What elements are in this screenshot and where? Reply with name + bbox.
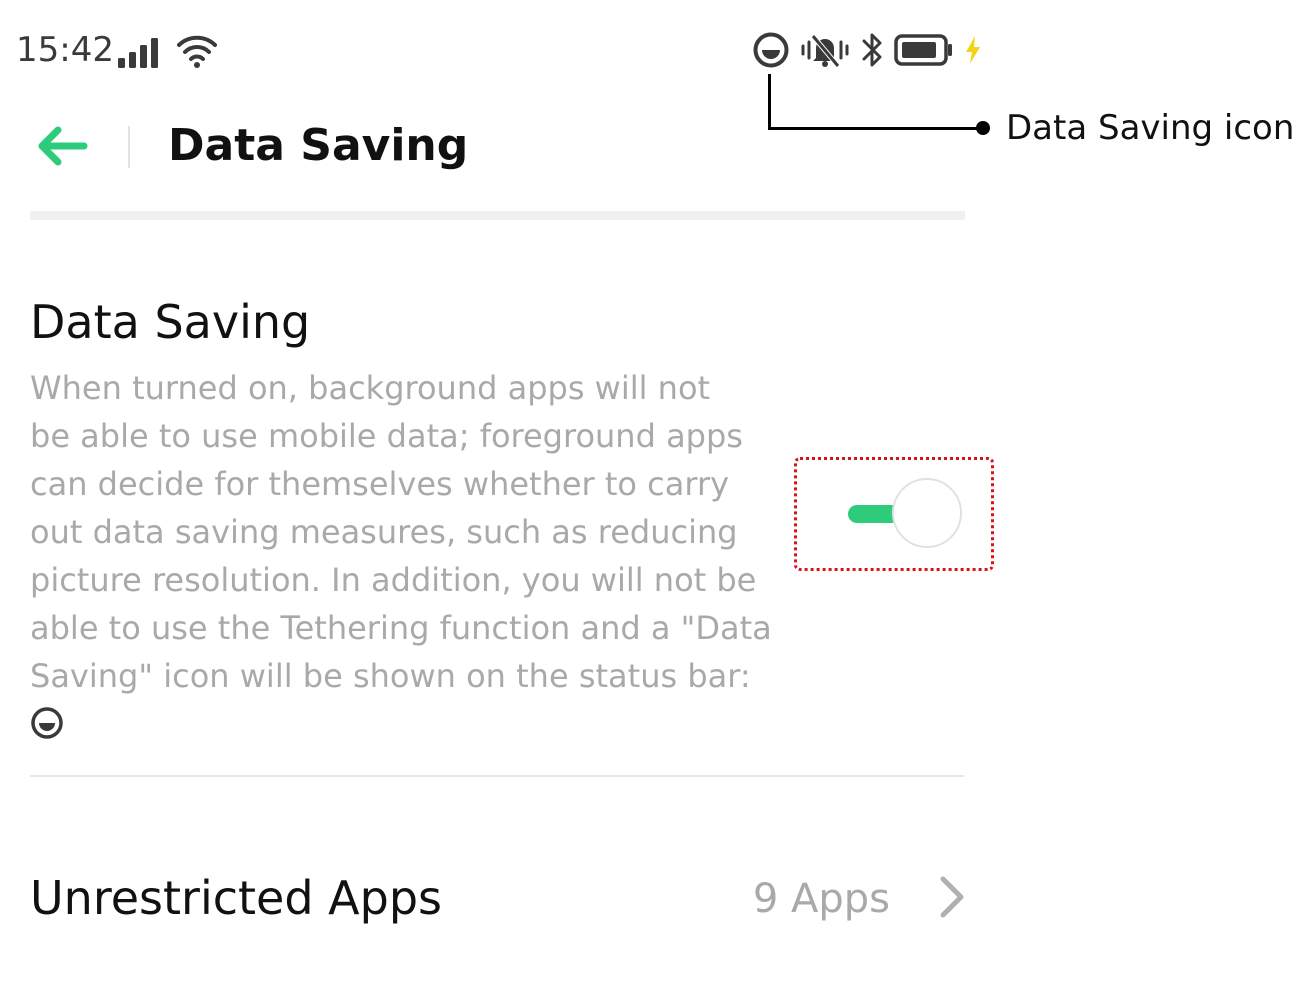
page-title: Data Saving <box>168 120 469 171</box>
wifi-icon <box>176 34 218 68</box>
signal-bars-icon <box>118 38 162 68</box>
status-time: 15:42 <box>16 30 114 70</box>
vibrate-silent-icon <box>800 32 850 68</box>
battery-icon <box>894 34 954 66</box>
data-saving-description: When turned on, background apps will not… <box>30 364 780 740</box>
header-separator <box>30 211 965 220</box>
annotation-label: Data Saving icon <box>1006 108 1295 148</box>
data-saving-title: Data Saving <box>30 295 311 349</box>
data-saving-icon <box>30 706 780 740</box>
unrestricted-apps-row[interactable]: Unrestricted Apps 9 Apps <box>30 862 970 934</box>
data-saving-toggle[interactable] <box>848 478 966 550</box>
back-arrow-icon <box>36 126 88 166</box>
unrestricted-apps-label: Unrestricted Apps <box>30 871 443 925</box>
data-saving-icon <box>752 31 790 69</box>
description-line: out data saving measures, such as reduci… <box>30 513 738 551</box>
description-line: When turned on, background apps will not <box>30 369 711 407</box>
status-right-icons <box>752 30 982 70</box>
charging-bolt-icon <box>964 36 982 64</box>
annotation-connector-horizontal <box>768 127 982 130</box>
header-divider <box>128 126 130 168</box>
status-left-icons <box>118 32 218 68</box>
description-line: can decide for themselves whether to car… <box>30 465 730 503</box>
row-divider <box>30 775 964 777</box>
chevron-right-icon <box>938 874 966 920</box>
bluetooth-icon <box>860 31 884 69</box>
description-line: picture resolution. In addition, you wil… <box>30 561 757 599</box>
description-line: Saving" icon will be shown on the status… <box>30 657 751 695</box>
back-button[interactable] <box>30 118 94 174</box>
description-line: able to use the Tethering function and a… <box>30 609 772 647</box>
unrestricted-apps-count: 9 Apps <box>752 876 890 922</box>
annotation-dot <box>976 121 990 135</box>
annotation-connector-vertical <box>768 74 771 130</box>
toggle-knob <box>892 478 962 548</box>
description-line: be able to use mobile data; foreground a… <box>30 417 743 455</box>
